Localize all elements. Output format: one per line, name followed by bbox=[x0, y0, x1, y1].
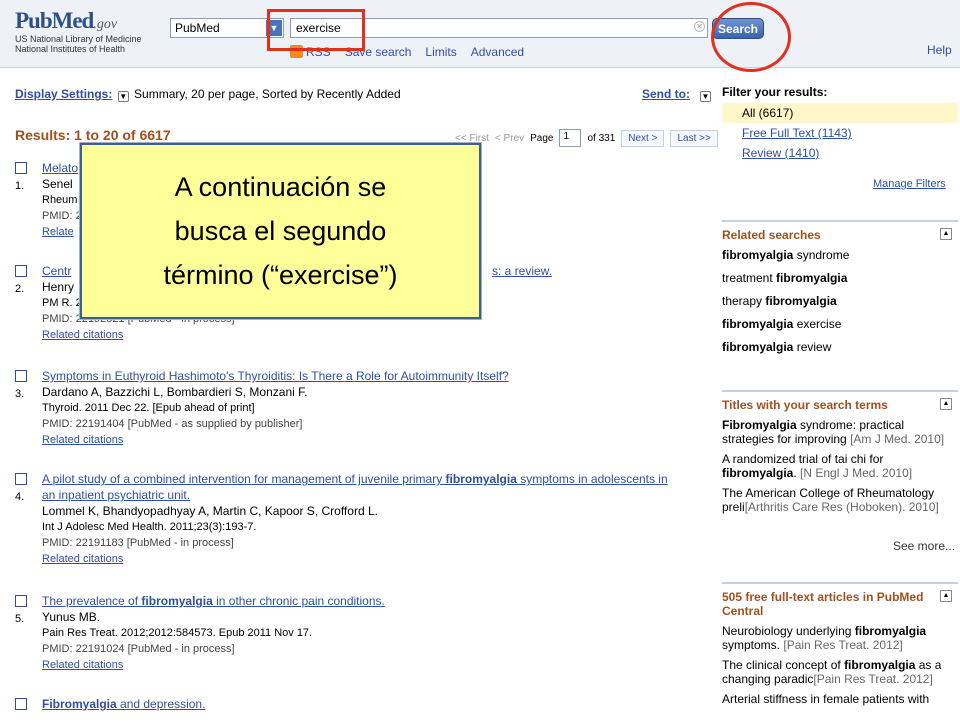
result-title-end[interactable]: s: a review. bbox=[492, 263, 552, 279]
results-count: Results: 1 to 20 of 6617 bbox=[15, 127, 171, 143]
pmc-item[interactable]: The clinical concept of fibromyalgia as … bbox=[722, 658, 958, 686]
result-pmid: PMID: 22191404 [PubMed - as supplied by … bbox=[42, 418, 303, 430]
list-item: 3. Symptoms in Euthyroid Hashimoto's Thy… bbox=[15, 368, 675, 448]
list-item: 4. A pilot study of a combined intervent… bbox=[15, 471, 675, 567]
related-citations-link[interactable]: Related citations bbox=[42, 432, 675, 448]
result-title[interactable]: Fibromyalgia and depression. bbox=[42, 696, 675, 712]
result-authors: Lommel K, Bhandyopadhyay A, Martin C, Ka… bbox=[42, 504, 378, 518]
pubmed-logo[interactable]: PubMed.gov US National Library of Medici… bbox=[15, 8, 142, 54]
related-search-item[interactable]: treatment fibromyalgia bbox=[722, 271, 958, 285]
result-pmid: PMID: 22191183 [PubMed - in process] bbox=[42, 537, 234, 549]
display-summary: Summary, 20 per page, Sorted by Recently… bbox=[134, 87, 401, 101]
clear-icon[interactable]: ✕ bbox=[694, 21, 705, 32]
title-item[interactable]: Fibromyalgia syndrome: practical strateg… bbox=[722, 418, 958, 446]
annotation-callout: A continuación se busca el segundo térmi… bbox=[80, 143, 481, 319]
prev-page-link[interactable]: < Prev bbox=[495, 133, 524, 144]
titles-title: Titles with your search terms bbox=[722, 398, 888, 412]
related-searches-title: Related searches bbox=[722, 228, 821, 242]
result-checkbox[interactable] bbox=[15, 370, 27, 382]
manage-filters-link[interactable]: Manage Filters bbox=[873, 178, 946, 190]
result-checkbox[interactable] bbox=[15, 473, 27, 485]
advanced-link[interactable]: Advanced bbox=[471, 45, 524, 59]
logo-main: PubMed bbox=[15, 8, 94, 33]
collapse-icon[interactable]: ▲ bbox=[940, 590, 952, 602]
pmc-item[interactable]: Neurobiology underlying fibromyalgia sym… bbox=[722, 624, 958, 652]
result-journal: Pain Res Treat. 2012;2012:584573. Epub 2… bbox=[42, 627, 313, 639]
chevron-down-icon[interactable]: ▼ bbox=[117, 91, 129, 102]
related-citations-link[interactable]: Related citations bbox=[42, 551, 675, 567]
related-search-item[interactable]: therapy fibromyalgia bbox=[722, 294, 958, 308]
page-count: of 331 bbox=[587, 132, 616, 144]
help-link[interactable]: Help bbox=[927, 43, 952, 57]
result-journal: Int J Adolesc Med Health. 2011;23(3):193… bbox=[42, 521, 257, 533]
related-citations-link[interactable]: Related citations bbox=[42, 327, 675, 343]
related-citations-link[interactable]: Related citations bbox=[42, 657, 675, 673]
result-number: 2. bbox=[15, 283, 25, 295]
first-page-link[interactable]: << First bbox=[455, 133, 489, 144]
result-title[interactable]: A pilot study of a combined intervention… bbox=[42, 471, 675, 503]
result-number: 4. bbox=[15, 491, 25, 503]
result-title[interactable]: Centr bbox=[42, 264, 71, 278]
logo-suffix: .gov bbox=[93, 17, 118, 32]
result-number: 1. bbox=[15, 180, 25, 192]
result-authors: Yunus MB. bbox=[42, 610, 101, 624]
result-authors: Dardano A, Bazzichi L, Bombardieri S, Mo… bbox=[42, 385, 308, 399]
last-page-button[interactable]: Last >> bbox=[670, 129, 718, 147]
pmc-box: 505 free full-text articles in PubMed Ce… bbox=[722, 582, 958, 722]
see-more-link[interactable]: See more... bbox=[893, 539, 955, 553]
pmc-item[interactable]: Arterial stiffness in female patients wi… bbox=[722, 692, 958, 706]
logo-line2: National Institutes of Health bbox=[15, 44, 126, 54]
list-item: Fibromyalgia and depression. bbox=[15, 696, 675, 712]
title-item[interactable]: A randomized trial of tai chi for fibrom… bbox=[722, 452, 958, 480]
collapse-icon[interactable]: ▲ bbox=[940, 228, 952, 240]
titles-box: Titles with your search terms ▲ Fibromya… bbox=[722, 390, 958, 560]
related-search-item[interactable]: fibromyalgia exercise bbox=[722, 317, 958, 331]
result-journal: Thyroid. 2011 Dec 22. [Epub ahead of pri… bbox=[42, 402, 255, 414]
related-search-item[interactable]: fibromyalgia review bbox=[722, 340, 958, 354]
filter-free-full-text[interactable]: Free Full Text (1143) bbox=[722, 123, 958, 143]
callout-line3: término (“exercise”) bbox=[163, 260, 398, 290]
highlight-box bbox=[267, 9, 365, 51]
result-title[interactable]: The prevalence of fibromyalgia in other … bbox=[42, 593, 675, 609]
display-settings-link[interactable]: Display Settings: bbox=[15, 87, 112, 101]
related-search-item[interactable]: fibromyalgia syndrome bbox=[722, 248, 958, 262]
result-checkbox[interactable] bbox=[15, 162, 27, 174]
filter-title: Filter your results: bbox=[722, 85, 828, 99]
next-page-button[interactable]: Next > bbox=[621, 129, 665, 147]
result-number: 5. bbox=[15, 613, 25, 625]
send-to-link[interactable]: Send to: bbox=[642, 87, 690, 101]
result-number: 3. bbox=[15, 388, 25, 400]
list-item: 5. The prevalence of fibromyalgia in oth… bbox=[15, 593, 675, 673]
pager: << First < Prev Page 1 of 331 Next > Las… bbox=[455, 129, 718, 147]
chevron-down-icon[interactable]: ▼ bbox=[698, 87, 713, 102]
result-pmid: PMID: 22191024 [PubMed - in process] bbox=[42, 643, 235, 655]
logo-line1: US National Library of Medicine bbox=[15, 34, 142, 44]
limits-link[interactable]: Limits bbox=[425, 45, 456, 59]
callout-line2: busca el segundo bbox=[174, 216, 387, 246]
highlight-circle bbox=[711, 2, 791, 72]
result-checkbox[interactable] bbox=[15, 595, 27, 607]
result-title[interactable]: Symptoms in Euthyroid Hashimoto's Thyroi… bbox=[42, 368, 675, 384]
page-label: Page bbox=[530, 132, 554, 144]
collapse-icon[interactable]: ▲ bbox=[940, 398, 952, 410]
result-checkbox[interactable] bbox=[15, 265, 27, 277]
pmc-title: 505 free full-text articles in PubMed Ce… bbox=[722, 590, 924, 618]
sidebar: Filter your results: All (6617) Free Ful… bbox=[722, 85, 958, 163]
filter-all[interactable]: All (6617) bbox=[722, 103, 958, 123]
title-item[interactable]: The American College of Rheumatology pre… bbox=[722, 486, 958, 514]
database-select-value: PubMed bbox=[175, 21, 220, 35]
header-bar: PubMed.gov US National Library of Medici… bbox=[0, 0, 960, 68]
related-searches-box: Related searches ▲ fibromyalgia syndrome… bbox=[722, 220, 958, 370]
display-settings-bar: Display Settings: ▼ Summary, 20 per page… bbox=[15, 87, 715, 102]
result-checkbox[interactable] bbox=[15, 698, 27, 710]
page-input[interactable]: 1 bbox=[559, 129, 582, 147]
filter-review[interactable]: Review (1410) bbox=[722, 143, 958, 163]
callout-line1: A continuación se bbox=[174, 172, 387, 202]
